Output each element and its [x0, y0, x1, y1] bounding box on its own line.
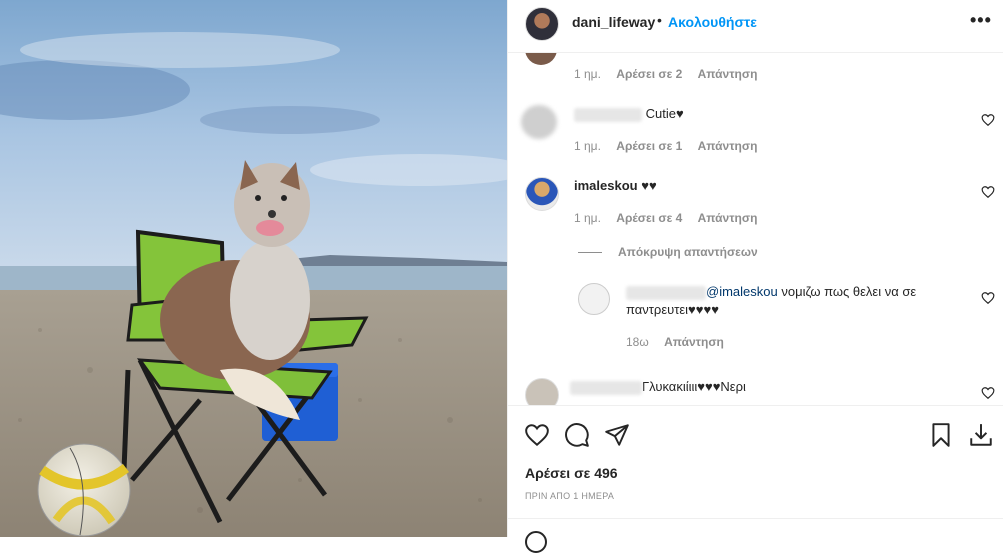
- comment-text: imaleskou ♥♥: [574, 177, 657, 195]
- post-date[interactable]: ΠΡΙΝ ΑΠΟ 1 ΗΜΕΡΑ: [525, 491, 614, 501]
- comment-like-heart-icon[interactable]: [981, 185, 995, 199]
- reply-avatar[interactable]: [578, 283, 610, 315]
- comment-username[interactable]: imaleskou: [574, 178, 638, 193]
- comment-meta: 1 ημ. Αρέσει σε 4 Απάντηση: [574, 211, 769, 225]
- comment-likes[interactable]: Αρέσει σε 2: [616, 67, 682, 81]
- post-actions: Αρέσει σε 496 ΠΡΙΝ ΑΠΟ 1 ΗΜΕΡΑ: [508, 405, 1003, 553]
- dog-on-beach-chair-image: [0, 0, 507, 537]
- reply-meta: 18ω Απάντηση: [626, 335, 736, 349]
- comment-body: ♥♥: [641, 178, 657, 193]
- reply-time[interactable]: 18ω: [626, 335, 649, 349]
- comment-avatar[interactable]: [525, 53, 557, 65]
- comments-list[interactable]: 1 ημ. Αρέσει σε 2 Απάντηση Cutie♥ 1 ημ. …: [508, 53, 1003, 405]
- comment-meta: 1 ημ. Αρέσει σε 1 Απάντηση: [574, 139, 769, 153]
- more-icon[interactable]: •••: [970, 10, 992, 31]
- comment-icon[interactable]: [564, 422, 590, 448]
- blurred-username: [626, 285, 706, 300]
- reply-button[interactable]: Απάντηση: [698, 211, 758, 225]
- comment-time[interactable]: 1 ημ.: [574, 67, 601, 81]
- hide-replies-label: Απόκρυψη απαντήσεων: [618, 245, 758, 259]
- reply-mention[interactable]: @imaleskou: [706, 284, 778, 299]
- heart-icon[interactable]: [524, 422, 550, 448]
- comment-time[interactable]: 1 ημ.: [574, 139, 601, 153]
- comment-avatar[interactable]: [525, 177, 559, 211]
- add-comment-bar: [508, 518, 1003, 553]
- bookmark-icon[interactable]: [928, 422, 954, 448]
- reply-like-heart-icon[interactable]: [981, 291, 995, 305]
- comment-body: Γλυκακιίιιι♥♥♥Νερι: [642, 379, 746, 394]
- instagram-post-view: dani_lifeway • Ακολουθήστε ••• 1 ημ. Αρέ…: [0, 0, 1003, 553]
- reply-button[interactable]: Απάντηση: [698, 67, 758, 81]
- comment-body: Cutie♥: [645, 106, 684, 121]
- comment-text: Γλυκακιίιιι♥♥♥Νερι: [570, 378, 746, 396]
- reply-text: @imaleskou νομιζω πως θελει να σε παντρε…: [626, 283, 956, 319]
- comment-like-heart-icon[interactable]: [981, 113, 995, 127]
- reply-button[interactable]: Απάντηση: [698, 139, 758, 153]
- blurred-username: [574, 107, 642, 122]
- blurred-username: [570, 380, 642, 395]
- author-username[interactable]: dani_lifeway: [572, 14, 655, 30]
- likes-count[interactable]: Αρέσει σε 496: [525, 465, 618, 481]
- post-photo[interactable]: [0, 0, 507, 537]
- download-icon[interactable]: [968, 422, 994, 448]
- post-header: dani_lifeway • Ακολουθήστε •••: [508, 0, 1003, 53]
- separator-dot: •: [657, 12, 662, 28]
- hide-replies-line: [578, 252, 602, 254]
- comment-avatar[interactable]: [521, 105, 557, 139]
- emoji-icon[interactable]: [525, 531, 547, 553]
- comment-avatar[interactable]: [525, 378, 559, 405]
- comment-time[interactable]: 1 ημ.: [574, 211, 601, 225]
- share-icon[interactable]: [604, 422, 630, 448]
- comment-text: Cutie♥: [574, 105, 684, 123]
- author-avatar[interactable]: [525, 7, 559, 41]
- post-side-panel: dani_lifeway • Ακολουθήστε ••• 1 ημ. Αρέ…: [507, 0, 1003, 553]
- reply-button[interactable]: Απάντηση: [664, 335, 724, 349]
- comment-like-heart-icon[interactable]: [981, 386, 995, 400]
- reply-body-line1: νομιζω πως θελει να σε: [777, 284, 917, 299]
- follow-button[interactable]: Ακολουθήστε: [668, 14, 757, 30]
- comment-likes[interactable]: Αρέσει σε 1: [616, 139, 682, 153]
- hide-replies-button[interactable]: Απόκρυψη απαντήσεων: [578, 245, 758, 259]
- comment-meta: 1 ημ. Αρέσει σε 2 Απάντηση: [574, 67, 769, 81]
- reply-body-line2: παντρευτει♥♥♥♥: [626, 302, 719, 317]
- comment-likes[interactable]: Αρέσει σε 4: [616, 211, 682, 225]
